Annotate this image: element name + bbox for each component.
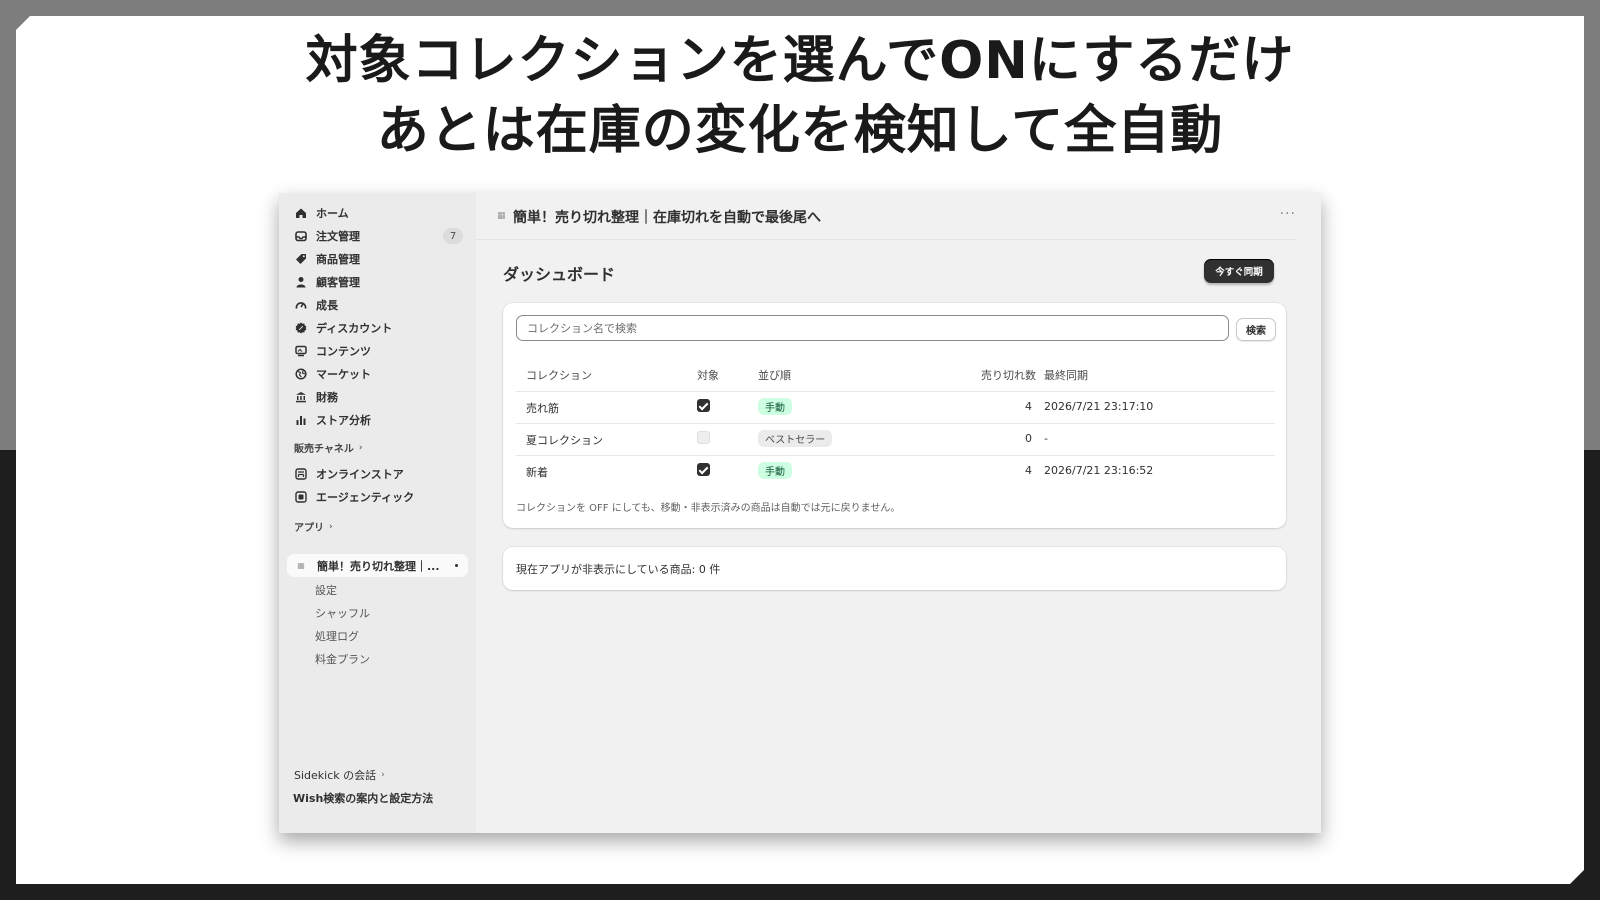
app-title: 簡単！売り切れ整理｜在庫切れを自動で最後尾へ bbox=[513, 210, 821, 226]
main-content: ▦ 簡単！売り切れ整理｜在庫切れを自動で最後尾へ ··· ダッシュボード 今すぐ… bbox=[476, 193, 1321, 833]
sidebar-item-label: 注文管理 bbox=[316, 230, 360, 243]
sidebar-item-discounts[interactable]: ディスカウント bbox=[294, 318, 392, 338]
sidekick-conversations-link[interactable]: Sidekick の会話 › bbox=[294, 767, 385, 783]
sidebar-item-label: 顧客管理 bbox=[316, 276, 360, 289]
orders-count-badge: 7 bbox=[443, 228, 463, 244]
row-3-last-sync: 2026/7/21 23:16:52 bbox=[1044, 464, 1154, 477]
headline-line-2: あとは在庫の変化を検知して全自動 bbox=[376, 101, 1224, 161]
sidebar-item-markets[interactable]: マーケット bbox=[294, 364, 371, 384]
sidebar-item-orders[interactable]: 注文管理 bbox=[294, 226, 360, 246]
hidden-products-card: 現在アプリが非表示にしている商品: 0 件 bbox=[503, 547, 1286, 590]
person-icon bbox=[294, 275, 308, 289]
home-icon bbox=[294, 206, 308, 220]
bank-icon bbox=[294, 390, 308, 404]
app-window: ホーム 注文管理 7 商品管理 顧客管理 成長 ディスカウント コンテンツ マー… bbox=[279, 193, 1321, 833]
sidebar-item-label: オンラインストア bbox=[316, 468, 404, 481]
row-divider bbox=[516, 391, 1275, 392]
table-row-1-collection[interactable]: 売れ筋 bbox=[526, 400, 559, 416]
sidebar-item-label: 商品管理 bbox=[316, 253, 360, 266]
sidebar-item-products[interactable]: 商品管理 bbox=[294, 249, 360, 269]
row-divider bbox=[516, 423, 1275, 424]
column-header-sort-order: 並び順 bbox=[758, 369, 791, 382]
app-title-bar: ▦ 簡単！売り切れ整理｜在庫切れを自動で最後尾へ ··· bbox=[476, 193, 1296, 240]
sidebar-item-label: 財務 bbox=[316, 391, 338, 404]
column-header-collection: コレクション bbox=[526, 369, 592, 382]
sidebar-subitem-shuffle[interactable]: シャッフル bbox=[315, 605, 370, 621]
sidebar-subitem-pricing[interactable]: 料金プラン bbox=[315, 651, 370, 667]
tag-icon bbox=[294, 252, 308, 266]
sidebar-item-label: ディスカウント bbox=[316, 322, 393, 335]
row-2-last-sync: - bbox=[1044, 432, 1048, 445]
row-2-sort-badge: ベストセラー bbox=[758, 430, 833, 447]
headline: 対象コレクションを選んでONにするだけ あとは在庫の変化を検知して全自動 bbox=[0, 26, 1600, 166]
sidebar-item-customers[interactable]: 顧客管理 bbox=[294, 272, 360, 292]
sidebar-item-agentic[interactable]: エージェンティック bbox=[294, 487, 414, 507]
sidebar-item-label: エージェンティック bbox=[316, 491, 415, 504]
sidebar: ホーム 注文管理 7 商品管理 顧客管理 成長 ディスカウント コンテンツ マー… bbox=[279, 193, 476, 833]
discount-icon bbox=[294, 321, 308, 335]
wish-search-guide-link[interactable]: Wish検索の案内と設定方法 bbox=[293, 790, 433, 806]
sidebar-item-label: ストア分析 bbox=[316, 414, 371, 427]
collection-search-input[interactable]: コレクション名で検索 bbox=[516, 315, 1229, 341]
sync-now-button[interactable]: 今すぐ同期 bbox=[1204, 259, 1274, 283]
row-3-sold-out-count: 4 bbox=[1025, 464, 1032, 477]
table-row-2-collection[interactable]: 夏コレクション bbox=[526, 432, 603, 448]
collection-off-note: コレクションを OFF にしても、移動・非表示済みの商品は自動では元に戻りません… bbox=[516, 503, 901, 514]
chevron-right-icon: › bbox=[329, 521, 333, 532]
search-button[interactable]: 検索 bbox=[1236, 318, 1276, 341]
sidebar-item-label: 成長 bbox=[316, 299, 338, 312]
app-icon: ▦ bbox=[297, 561, 305, 570]
row-1-target-checkbox[interactable] bbox=[697, 399, 710, 412]
sidebar-item-home[interactable]: ホーム bbox=[294, 203, 349, 223]
chevron-right-icon: › bbox=[358, 442, 363, 453]
apps-heading[interactable]: アプリ › bbox=[294, 519, 333, 535]
collections-card: コレクション名で検索 検索 コレクション 対象 並び順 売り切れ数 最終同期 売… bbox=[503, 303, 1286, 528]
app-icon: ▦ bbox=[497, 211, 506, 221]
row-1-last-sync: 2026/7/21 23:17:10 bbox=[1044, 400, 1154, 413]
row-3-sort-badge: 手動 bbox=[758, 462, 792, 479]
more-options-icon[interactable]: ··· bbox=[1280, 206, 1296, 222]
sidekick-label: Sidekick の会話 bbox=[294, 769, 377, 782]
gauge-icon bbox=[294, 298, 308, 312]
row-2-sold-out-count: 0 bbox=[1025, 432, 1032, 445]
sidebar-item-growth[interactable]: 成長 bbox=[294, 295, 338, 315]
column-header-last-sync: 最終同期 bbox=[1044, 369, 1088, 382]
active-app-label: 簡単！売り切れ整理｜... bbox=[317, 559, 440, 573]
globe-icon bbox=[294, 367, 308, 381]
column-header-sold-out-count: 売り切れ数 bbox=[981, 369, 1036, 382]
sidebar-item-label: コンテンツ bbox=[316, 345, 371, 358]
sidebar-subitem-settings[interactable]: 設定 bbox=[315, 582, 337, 598]
sales-channels-heading[interactable]: 販売チャネル › bbox=[294, 440, 363, 456]
store-icon bbox=[294, 467, 308, 481]
sales-channels-label: 販売チャネル bbox=[294, 444, 354, 455]
sidebar-subitem-process-log[interactable]: 処理ログ bbox=[315, 628, 359, 644]
corner-decoration-bottom-right bbox=[1570, 854, 1600, 884]
sidebar-item-label: ホーム bbox=[316, 207, 349, 220]
row-divider bbox=[516, 455, 1275, 456]
hidden-products-count: 現在アプリが非表示にしている商品: 0 件 bbox=[516, 563, 721, 576]
content-icon bbox=[294, 344, 308, 358]
chevron-right-icon: › bbox=[381, 770, 385, 780]
sidebar-item-active-app[interactable]: ▦ 簡単！売り切れ整理｜... bbox=[287, 554, 468, 577]
inbox-icon bbox=[294, 229, 308, 243]
table-row-3-collection[interactable]: 新着 bbox=[526, 464, 548, 480]
headline-line-1: 対象コレクションを選んでONにするだけ bbox=[305, 31, 1295, 91]
row-2-target-checkbox[interactable] bbox=[697, 431, 710, 444]
row-1-sort-badge: 手動 bbox=[758, 398, 792, 415]
sidebar-item-analytics[interactable]: ストア分析 bbox=[294, 410, 371, 430]
sidebar-item-label: マーケット bbox=[316, 368, 371, 381]
agentic-icon bbox=[294, 490, 308, 504]
sidebar-item-finance[interactable]: 財務 bbox=[294, 387, 338, 407]
active-indicator-dot bbox=[455, 564, 458, 567]
row-3-target-checkbox[interactable] bbox=[697, 463, 710, 476]
row-1-sold-out-count: 4 bbox=[1025, 400, 1032, 413]
page-title: ダッシュボード bbox=[503, 265, 616, 284]
sidebar-item-content[interactable]: コンテンツ bbox=[294, 341, 371, 361]
sidebar-item-online-store[interactable]: オンラインストア bbox=[294, 464, 404, 484]
column-header-target: 対象 bbox=[697, 369, 719, 382]
bar-chart-icon bbox=[294, 413, 308, 427]
apps-label: アプリ bbox=[294, 523, 324, 534]
